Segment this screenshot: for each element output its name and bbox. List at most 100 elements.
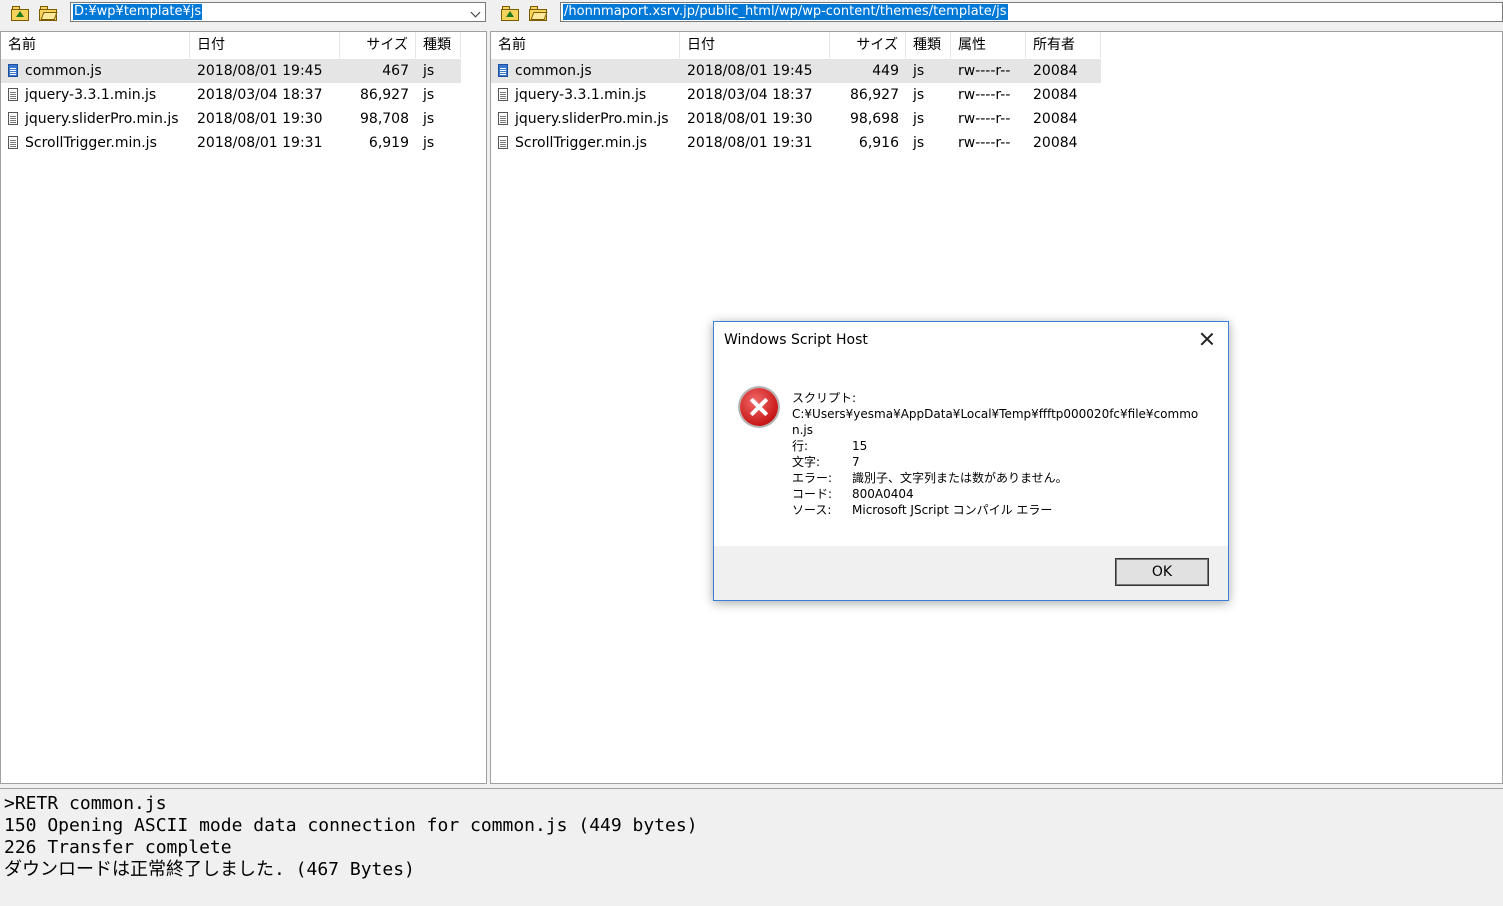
file-name-text: ScrollTrigger.min.js: [25, 135, 157, 151]
file-name: jquery.sliderPro.min.js: [491, 107, 680, 131]
local-file-list[interactable]: 名前 日付 サイズ 種類 common.js 2018/08/01 19:45 46…: [0, 31, 487, 784]
file-icon: [8, 112, 18, 125]
error-value: 識別子、文字列または数がありません。: [852, 471, 1068, 485]
source-value: Microsoft JScript コンパイル エラー: [852, 503, 1053, 517]
char-label: 文字:: [792, 455, 821, 469]
local-path-text: D:¥wp¥template¥js: [73, 4, 203, 20]
script-path: C:¥Users¥yesma¥AppData¥Local¥Temp¥ffftp0…: [792, 407, 1199, 437]
file-date: 2018/08/01 19:30: [687, 111, 813, 127]
line-label: 行:: [792, 439, 809, 453]
script-label: スクリプト:: [792, 391, 857, 405]
error-dialog: Windows Script Host スクリプト: C:¥Users¥yesm…: [713, 321, 1229, 601]
file-attr: rw----r--: [958, 111, 1011, 127]
log-panel[interactable]: >RETR common.js 150 Opening ASCII mode d…: [0, 788, 1503, 906]
file-icon: [8, 64, 18, 77]
log-line: ダウンロードは正常終了しました. (467 Bytes): [4, 859, 415, 880]
col-header-type[interactable]: 種類: [416, 32, 461, 58]
file-name-text: common.js: [515, 63, 592, 79]
dialog-title: Windows Script Host: [724, 332, 868, 348]
file-name: common.js: [1, 59, 190, 83]
file-row[interactable]: ScrollTrigger.min.js 2018/08/01 19:31 6,91…: [491, 131, 1101, 155]
file-name: jquery.sliderPro.min.js: [1, 107, 190, 131]
file-owner: 20084: [1033, 111, 1078, 127]
col-header-type[interactable]: 種類: [906, 32, 951, 58]
log-line: 226 Transfer complete: [4, 837, 232, 858]
error-icon: [740, 388, 778, 426]
ok-button[interactable]: OK: [1115, 558, 1209, 586]
file-size: 86,927: [850, 87, 899, 103]
file-type: js: [423, 111, 435, 127]
file-owner: 20084: [1033, 63, 1078, 79]
local-open-folder-button[interactable]: [37, 2, 59, 24]
local-toolbar: D:¥wp¥template¥js: [0, 0, 487, 26]
file-icon: [8, 88, 18, 101]
file-type: js: [913, 63, 925, 79]
file-type: js: [423, 87, 435, 103]
file-size: 467: [382, 63, 409, 79]
col-header-attr[interactable]: 属性: [951, 32, 1026, 58]
file-date: 2018/08/01 19:45: [197, 63, 323, 79]
remote-up-folder-button[interactable]: [499, 2, 521, 24]
local-path-combobox[interactable]: D:¥wp¥template¥js: [70, 2, 486, 22]
file-name-text: jquery.sliderPro.min.js: [25, 111, 179, 127]
file-row[interactable]: jquery.sliderPro.min.js 2018/08/01 19:30 9…: [1, 107, 461, 131]
file-attr: rw----r--: [958, 63, 1011, 79]
chevron-down-icon[interactable]: [470, 7, 481, 18]
file-name-text: jquery.sliderPro.min.js: [515, 111, 669, 127]
file-attr: rw----r--: [958, 87, 1011, 103]
file-name-text: jquery-3.3.1.min.js: [515, 87, 647, 103]
remote-toolbar: /honnmaport.xsrv.jp/public_html/wp/wp-co…: [490, 0, 1503, 26]
log-line: 150 Opening ASCII mode data connection f…: [4, 815, 698, 836]
file-owner: 20084: [1033, 87, 1078, 103]
file-size: 86,927: [360, 87, 409, 103]
file-row[interactable]: ScrollTrigger.min.js 2018/08/01 19:31 6,91…: [1, 131, 461, 155]
file-icon: [498, 88, 508, 101]
folder-up-icon: [501, 5, 519, 21]
file-type: js: [423, 63, 435, 79]
local-up-folder-button[interactable]: [9, 2, 31, 24]
line-value: 15: [852, 439, 868, 453]
file-date: 2018/08/01 19:31: [687, 135, 813, 151]
col-header-size[interactable]: サイズ: [830, 32, 906, 58]
folder-open-icon: [39, 5, 58, 21]
file-name: common.js: [491, 59, 680, 83]
file-type: js: [913, 135, 925, 151]
folder-up-icon: [11, 5, 29, 21]
file-attr: rw----r--: [958, 135, 1011, 151]
file-icon: [8, 136, 18, 149]
source-label: ソース:: [792, 503, 832, 517]
file-row[interactable]: common.js 2018/08/01 19:45 449 js rw----r-- 2…: [491, 59, 1101, 83]
file-size: 98,698: [850, 111, 899, 127]
col-header-date[interactable]: 日付: [190, 32, 340, 58]
file-type: js: [423, 135, 435, 151]
file-date: 2018/08/01 19:45: [687, 63, 813, 79]
col-header-name[interactable]: 名前: [1, 32, 190, 58]
file-row[interactable]: common.js 2018/08/01 19:45 467 js: [1, 59, 461, 83]
file-date: 2018/08/01 19:30: [197, 111, 323, 127]
file-date: 2018/03/04 18:37: [687, 87, 813, 103]
file-name-text: common.js: [25, 63, 102, 79]
file-size: 98,708: [360, 111, 409, 127]
file-name: ScrollTrigger.min.js: [491, 131, 680, 155]
close-icon[interactable]: [1198, 330, 1216, 348]
file-row[interactable]: jquery-3.3.1.min.js 2018/03/04 18:37 86,92…: [491, 83, 1101, 107]
dialog-message: スクリプト: C:¥Users¥yesma¥AppData¥Local¥Temp…: [792, 390, 1202, 518]
local-pane: D:¥wp¥template¥js 名前 日付 サイズ 種類 common.js…: [0, 0, 487, 784]
error-label: エラー:: [792, 471, 833, 485]
file-type: js: [913, 87, 925, 103]
file-size: 6,916: [858, 135, 899, 151]
col-header-name[interactable]: 名前: [491, 32, 680, 58]
remote-path-text: /honnmaport.xsrv.jp/public_html/wp/wp-co…: [563, 4, 1008, 20]
col-header-date[interactable]: 日付: [680, 32, 830, 58]
file-row[interactable]: jquery-3.3.1.min.js 2018/03/04 18:37 86,92…: [1, 83, 461, 107]
file-size: 6,919: [368, 135, 409, 151]
remote-path-input[interactable]: /honnmaport.xsrv.jp/public_html/wp/wp-co…: [560, 2, 1503, 22]
remote-open-folder-button[interactable]: [527, 2, 549, 24]
col-header-size[interactable]: サイズ: [340, 32, 416, 58]
col-header-owner[interactable]: 所有者: [1026, 32, 1101, 58]
code-label: コード:: [792, 487, 833, 501]
file-name: jquery-3.3.1.min.js: [1, 83, 190, 107]
file-name: ScrollTrigger.min.js: [1, 131, 190, 155]
file-row[interactable]: jquery.sliderPro.min.js 2018/08/01 19:30 9…: [491, 107, 1101, 131]
log-line: >RETR common.js: [4, 793, 167, 814]
